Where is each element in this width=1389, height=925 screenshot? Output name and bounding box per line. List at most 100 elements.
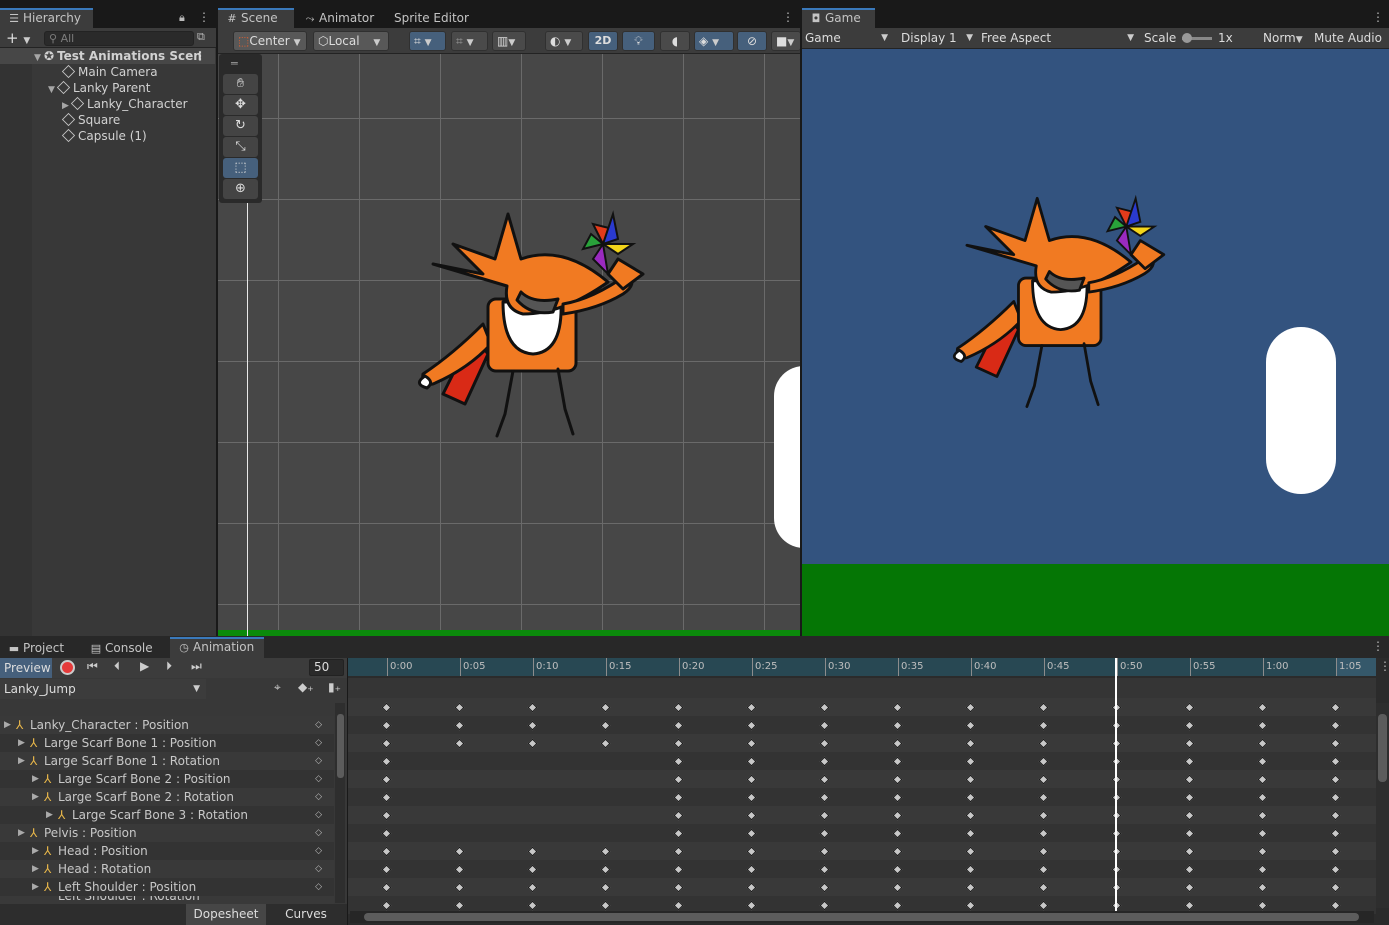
game-viewport[interactable] — [802, 49, 1389, 636]
timeline-row[interactable] — [348, 698, 1376, 716]
animation-property-row[interactable]: ▶ ⅄ Head : Rotation ◇ — [0, 860, 334, 878]
timeline-v-scrollbar-thumb[interactable] — [1378, 714, 1387, 782]
tab-animation[interactable]: ◷ Animation — [170, 637, 264, 658]
expand-arrow-icon[interactable]: ▶ — [32, 878, 39, 896]
keyframe-diamond-icon[interactable]: ◇ — [315, 878, 322, 896]
animation-property-row[interactable]: ▶ ⅄ Pelvis : Position ◇ — [0, 824, 334, 842]
keyframe-diamond-icon[interactable]: ◇ — [315, 842, 322, 860]
hand-tool-button[interactable]: ✋︎ — [223, 74, 258, 94]
timeline-row[interactable] — [348, 788, 1376, 806]
timeline-row[interactable] — [348, 734, 1376, 752]
animation-property-row[interactable]: ▶ ⅄ Large Scarf Bone 1 : Rotation ◇ — [0, 752, 334, 770]
lanky-character-sprite[interactable] — [413, 204, 658, 444]
animation-property-row[interactable]: ▶ ⅄ Head : Position ◇ — [0, 842, 334, 860]
tab-project[interactable]: ▬ Project — [0, 638, 72, 658]
next-keyframe-icon[interactable]: ⏵︎ — [166, 659, 172, 674]
scene-root-row[interactable]: ▼ ✪ Test Animations Scen ⋮ — [0, 48, 215, 64]
expand-arrow-icon[interactable]: ▶ — [4, 716, 11, 734]
add-event-icon[interactable]: ▮₊ — [328, 680, 341, 694]
game-kebab-icon[interactable]: ⋮ — [1372, 10, 1384, 24]
lock-icon[interactable]: 🔒︎ — [179, 11, 185, 25]
hierarchy-item-lanky-parent[interactable]: ▼ Lanky Parent — [0, 80, 215, 96]
tab-curves[interactable]: Curves — [266, 904, 346, 925]
timeline-row[interactable] — [348, 860, 1376, 878]
grid-toggle[interactable]: ⌗ ▼ — [451, 31, 488, 51]
rotate-tool-button[interactable]: ↻ — [223, 116, 258, 136]
hierarchy-search-input[interactable]: ⚲ All — [44, 31, 194, 46]
scene-capsule[interactable] — [774, 366, 800, 548]
expand-arrow-icon[interactable]: ▶ — [18, 752, 25, 770]
time-ruler[interactable] — [348, 658, 1376, 676]
pivot-center-dropdown[interactable]: ⬚Center ▼ — [233, 31, 307, 51]
timeline-menu-icon[interactable]: ⋮ — [1379, 659, 1389, 673]
animation-property-row[interactable]: ▶ ⅄ Large Scarf Bone 1 : Position ◇ — [0, 734, 334, 752]
scene-viewport[interactable] — [218, 54, 800, 636]
scene-menu-icon[interactable]: ⋮ — [194, 48, 206, 64]
normal-dropdown[interactable]: Norm▼ — [1263, 28, 1308, 50]
animation-property-row[interactable]: ▶ ⅄ Left Shoulder : Position ◇ — [0, 878, 334, 896]
tab-animator[interactable]: ⤳ Animator — [296, 8, 382, 28]
clip-dropdown[interactable]: Lanky_Jump ▼ — [0, 679, 206, 699]
scene-kebab-icon[interactable]: ⋮ — [782, 10, 794, 24]
timeline-h-scrollbar-thumb[interactable] — [364, 913, 1359, 921]
lighting-toggle[interactable]: 💡︎ — [622, 31, 655, 51]
hierarchy-item-main-camera[interactable]: Main Camera — [0, 64, 215, 80]
audio-toggle[interactable]: ◖ — [660, 31, 690, 51]
move-tool-button[interactable]: ✥ — [223, 95, 258, 115]
animation-property-row[interactable]: ▶ ⅄ Lanky_Character : Position ◇ — [0, 716, 334, 734]
tab-game[interactable]: ◘ Game — [802, 8, 875, 28]
palette-grip-icon[interactable]: ═ — [231, 57, 238, 70]
tab-sprite-editor[interactable]: Sprite Editor — [386, 8, 477, 28]
timeline-row[interactable] — [348, 878, 1376, 896]
event-track[interactable] — [348, 678, 1376, 698]
expand-arrow-icon[interactable]: ▶ — [32, 770, 39, 788]
scale-tool-button[interactable]: ⤡ — [223, 137, 258, 157]
timeline-row[interactable] — [348, 806, 1376, 824]
grid-snap-toggle[interactable]: ⌗ ▼ — [409, 31, 446, 51]
tab-console[interactable]: ▤ Console — [82, 638, 161, 658]
increment-snap-toggle[interactable]: ▥▼ — [492, 31, 526, 51]
keyframe-diamond-icon[interactable]: ◇ — [315, 788, 322, 806]
filter-by-selection-icon[interactable]: ⌖ — [274, 680, 281, 695]
mute-audio-toggle[interactable]: Mute Audio — [1314, 28, 1382, 48]
hierarchy-item-capsule[interactable]: Capsule (1) — [0, 128, 215, 144]
keyframe-diamond-icon[interactable]: ◇ — [315, 860, 322, 878]
filter-icon[interactable]: ⧉ — [197, 30, 205, 44]
hierarchy-item-lanky-character[interactable]: ▶ Lanky_Character — [0, 96, 215, 112]
animation-property-row[interactable]: ▶ ⅄ Large Scarf Bone 2 : Rotation ◇ — [0, 788, 334, 806]
timeline-row[interactable] — [348, 770, 1376, 788]
space-local-dropdown[interactable]: ⬡Local ▼ — [313, 31, 389, 51]
expand-arrow-icon[interactable]: ▶ — [32, 842, 39, 860]
animation-property-row[interactable]: ▶ ⅄ Large Scarf Bone 2 : Position ◇ — [0, 770, 334, 788]
properties-scrollbar-thumb[interactable] — [337, 714, 344, 778]
scale-slider-handle[interactable] — [1182, 33, 1192, 43]
playhead[interactable] — [1115, 658, 1117, 912]
hierarchy-item-square[interactable]: Square — [0, 112, 215, 128]
keyframe-diamond-icon[interactable]: ◇ — [315, 770, 322, 788]
timeline-row[interactable] — [348, 752, 1376, 770]
expand-arrow-icon[interactable]: ▶ — [18, 734, 25, 752]
tab-hierarchy[interactable]: ☰ Hierarchy — [0, 8, 93, 28]
timeline-row[interactable] — [348, 716, 1376, 734]
create-add-button[interactable]: + ▼ — [6, 29, 30, 50]
keyframe-diamond-icon[interactable]: ◇ — [315, 806, 322, 824]
timeline-row[interactable] — [348, 842, 1376, 860]
keyframe-diamond-icon[interactable]: ◇ — [315, 824, 322, 842]
2d-mode-toggle[interactable]: 2D — [588, 31, 618, 51]
animation-property-row[interactable]: ▶ ⅄ Large Scarf Bone 3 : Rotation ◇ — [0, 806, 334, 824]
rect-tool-button[interactable]: ⬚ — [223, 158, 258, 178]
tab-dopesheet[interactable]: Dopesheet — [186, 904, 266, 925]
frame-input[interactable]: 50 — [309, 659, 344, 676]
play-icon[interactable]: ▶︎ — [140, 659, 149, 673]
transform-tool-button[interactable]: ⊕ — [223, 179, 258, 199]
keyframe-diamond-icon[interactable]: ◇ — [315, 716, 322, 734]
camera-dropdown[interactable]: ■▼ — [771, 31, 801, 51]
expand-arrow-icon[interactable]: ▶ — [32, 860, 39, 878]
tab-scene[interactable]: # Scene — [218, 8, 294, 28]
record-button[interactable] — [60, 660, 75, 675]
add-keyframe-icon[interactable]: ◆₊ — [298, 680, 314, 694]
keyframe-diamond-icon[interactable]: ◇ — [315, 752, 322, 770]
expand-arrow-icon[interactable]: ▶ — [46, 806, 53, 824]
kebab-menu-icon[interactable]: ⋮ — [198, 10, 210, 24]
bottom-kebab-icon[interactable]: ⋮ — [1372, 639, 1384, 653]
